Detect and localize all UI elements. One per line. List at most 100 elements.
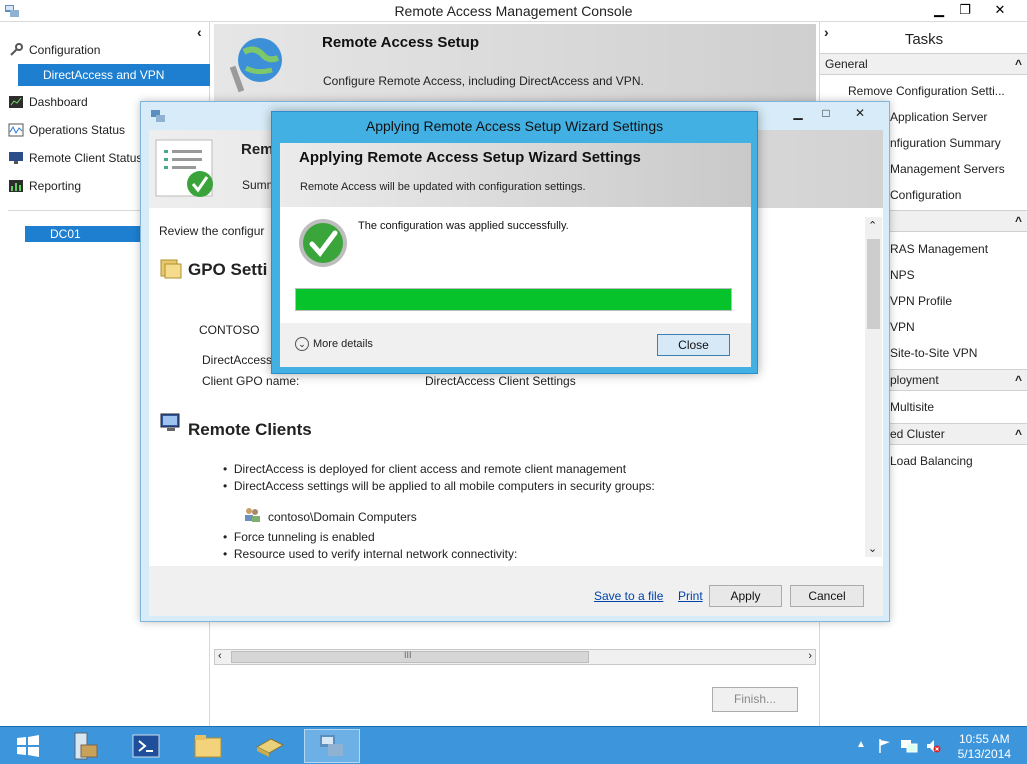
taskbar: ▲ 10:55 AM 5/13/2014 — [0, 726, 1027, 764]
tasks-section-general[interactable]: General ^ — [820, 53, 1027, 75]
progress-bar — [295, 288, 732, 311]
speaker-muted-icon[interactable] — [925, 738, 941, 754]
bullet-item: • Resource used to verify internal netwo… — [223, 547, 518, 561]
windows-logo-icon — [17, 735, 39, 757]
gpo-domain: CONTOSO — [199, 323, 260, 337]
scroll-thumb[interactable] — [867, 239, 880, 329]
gpo-row-label: Client GPO name: — [202, 374, 300, 388]
show-hidden-icons-icon[interactable]: ▲ — [856, 739, 866, 750]
scroll-down-icon[interactable]: ⌄ — [868, 542, 877, 555]
users-group-icon — [245, 508, 260, 522]
task-vpn-profile[interactable]: VPN Profile — [890, 294, 952, 308]
server-manager-button[interactable] — [56, 729, 112, 763]
dialog-content: Applying Remote Access Setup Wizard Sett… — [280, 143, 751, 367]
clock-date: 5/13/2014 — [957, 747, 1011, 761]
cancel-button[interactable]: Cancel — [790, 585, 864, 607]
dialog-subheading: Remote Access will be updated with confi… — [300, 181, 586, 193]
task-site-to-site-vpn[interactable]: Site-to-Site VPN — [890, 346, 977, 360]
toolbox-icon — [255, 738, 285, 757]
task-application-server[interactable]: Application Server — [890, 110, 987, 124]
powershell-icon — [132, 734, 160, 758]
collapse-nav-chevron-icon[interactable]: ‹ — [197, 24, 202, 40]
setup-header: Remote Access Setup Configure Remote Acc… — [214, 24, 816, 104]
monitor-icon — [9, 152, 23, 164]
task-configuration[interactable]: Configuration — [890, 188, 961, 202]
task-vpn[interactable]: VPN — [890, 320, 915, 334]
progress-fill — [296, 289, 731, 310]
start-button[interactable] — [0, 729, 56, 763]
setup-subtitle: Configure Remote Access, including Direc… — [323, 74, 644, 88]
task-management-servers[interactable]: Management Servers — [890, 162, 1005, 176]
dialog-heading: Applying Remote Access Setup Wizard Sett… — [299, 149, 641, 166]
main-title-bar: Remote Access Management Console ▁ ❐ ✕ — [0, 0, 1027, 22]
tools-button[interactable] — [242, 729, 298, 763]
nav-item-reporting[interactable]: Reporting — [8, 176, 81, 196]
review-minimize-button[interactable]: ▁ — [785, 106, 811, 124]
task-multisite[interactable]: Multisite — [890, 400, 934, 414]
horizontal-scrollbar[interactable]: ‹ III › — [214, 649, 816, 665]
bullet-item: • Force tunneling is enabled — [223, 530, 375, 544]
action-center-flag-icon[interactable] — [877, 738, 893, 754]
operations-status-icon — [8, 123, 24, 137]
gpo-folder-icon — [160, 259, 182, 279]
nav-item-remote-client-status[interactable]: Remote Client Status — [8, 148, 142, 168]
chevron-up-icon: ^ — [1014, 427, 1022, 441]
apply-button[interactable]: Apply — [709, 585, 782, 607]
remote-access-app-icon — [320, 735, 343, 756]
remote-access-console-button[interactable] — [304, 729, 360, 763]
clients-heading: Remote Clients — [188, 420, 312, 439]
scroll-thumb[interactable]: III — [231, 650, 589, 663]
more-details-toggle[interactable]: More details — [313, 338, 373, 350]
nav-item-dashboard[interactable]: Dashboard — [8, 92, 88, 112]
task-nps[interactable]: NPS — [890, 268, 915, 282]
wrench-icon — [10, 43, 23, 56]
server-manager-icon — [74, 732, 98, 760]
task-remove-configuration[interactable]: Remove Configuration Setti... — [848, 84, 1005, 98]
checklist-success-icon — [155, 139, 213, 197]
setup-title: Remote Access Setup — [322, 34, 480, 51]
review-vertical-scrollbar[interactable]: ⌃ ⌄ — [865, 217, 882, 557]
nav-item-directaccess-vpn[interactable]: DirectAccess and VPN — [18, 64, 210, 86]
remote-access-app-icon — [151, 110, 165, 122]
dialog-header: Applying Remote Access Setup Wizard Sett… — [280, 143, 751, 207]
task-ras-management[interactable]: RAS Management — [890, 242, 988, 256]
scroll-left-icon[interactable]: ‹ — [218, 650, 222, 662]
review-close-button[interactable]: ✕ — [847, 106, 873, 124]
finish-button[interactable]: Finish... — [712, 687, 798, 712]
review-maximize-button[interactable]: □ — [813, 106, 839, 124]
review-title: Rem — [241, 141, 274, 158]
review-intro: Review the configur — [159, 224, 265, 238]
security-group: contoso\Domain Computers — [268, 510, 417, 524]
computer-icon — [160, 413, 180, 431]
system-clock[interactable]: 10:55 AM 5/13/2014 — [958, 732, 1011, 762]
scroll-up-icon[interactable]: ⌃ — [868, 219, 877, 232]
nav-item-configuration[interactable]: Configuration — [8, 40, 100, 60]
minimize-button[interactable]: ▁ — [926, 0, 952, 20]
close-button[interactable]: Close — [657, 334, 730, 356]
file-explorer-button[interactable] — [180, 729, 236, 763]
scroll-right-icon[interactable]: › — [808, 650, 812, 662]
window-title: Remote Access Management Console — [394, 3, 633, 19]
reporting-icon — [9, 180, 23, 192]
tasks-title: Tasks — [904, 31, 944, 48]
powershell-button[interactable] — [118, 729, 174, 763]
task-load-balancing[interactable]: Load Balancing — [890, 454, 973, 468]
task-configuration-summary[interactable]: nfiguration Summary — [890, 136, 1001, 150]
bullet-item: • DirectAccess settings will be applied … — [223, 479, 655, 493]
dialog-footer: ⌄ More details Close — [280, 323, 751, 367]
network-icon[interactable] — [900, 738, 918, 754]
close-window-button[interactable]: ✕ — [987, 0, 1013, 20]
success-message: The configuration was applied successful… — [358, 220, 569, 232]
gpo-row-label: DirectAccess — [202, 353, 273, 367]
save-to-file-link[interactable]: Save to a file — [594, 589, 663, 603]
chevron-down-icon[interactable]: ⌄ — [295, 337, 309, 351]
folder-icon — [194, 735, 222, 758]
chevron-up-icon: ^ — [1014, 373, 1022, 387]
print-link[interactable]: Print — [678, 589, 703, 603]
gpo-heading: GPO Setti — [188, 260, 268, 279]
restore-button[interactable]: ❐ — [952, 0, 978, 20]
chevron-up-icon: ^ — [1014, 214, 1022, 228]
gpo-row-value: DirectAccess Client Settings — [425, 374, 576, 388]
success-check-icon — [299, 219, 347, 267]
nav-item-operations-status[interactable]: Operations Status — [8, 120, 125, 140]
